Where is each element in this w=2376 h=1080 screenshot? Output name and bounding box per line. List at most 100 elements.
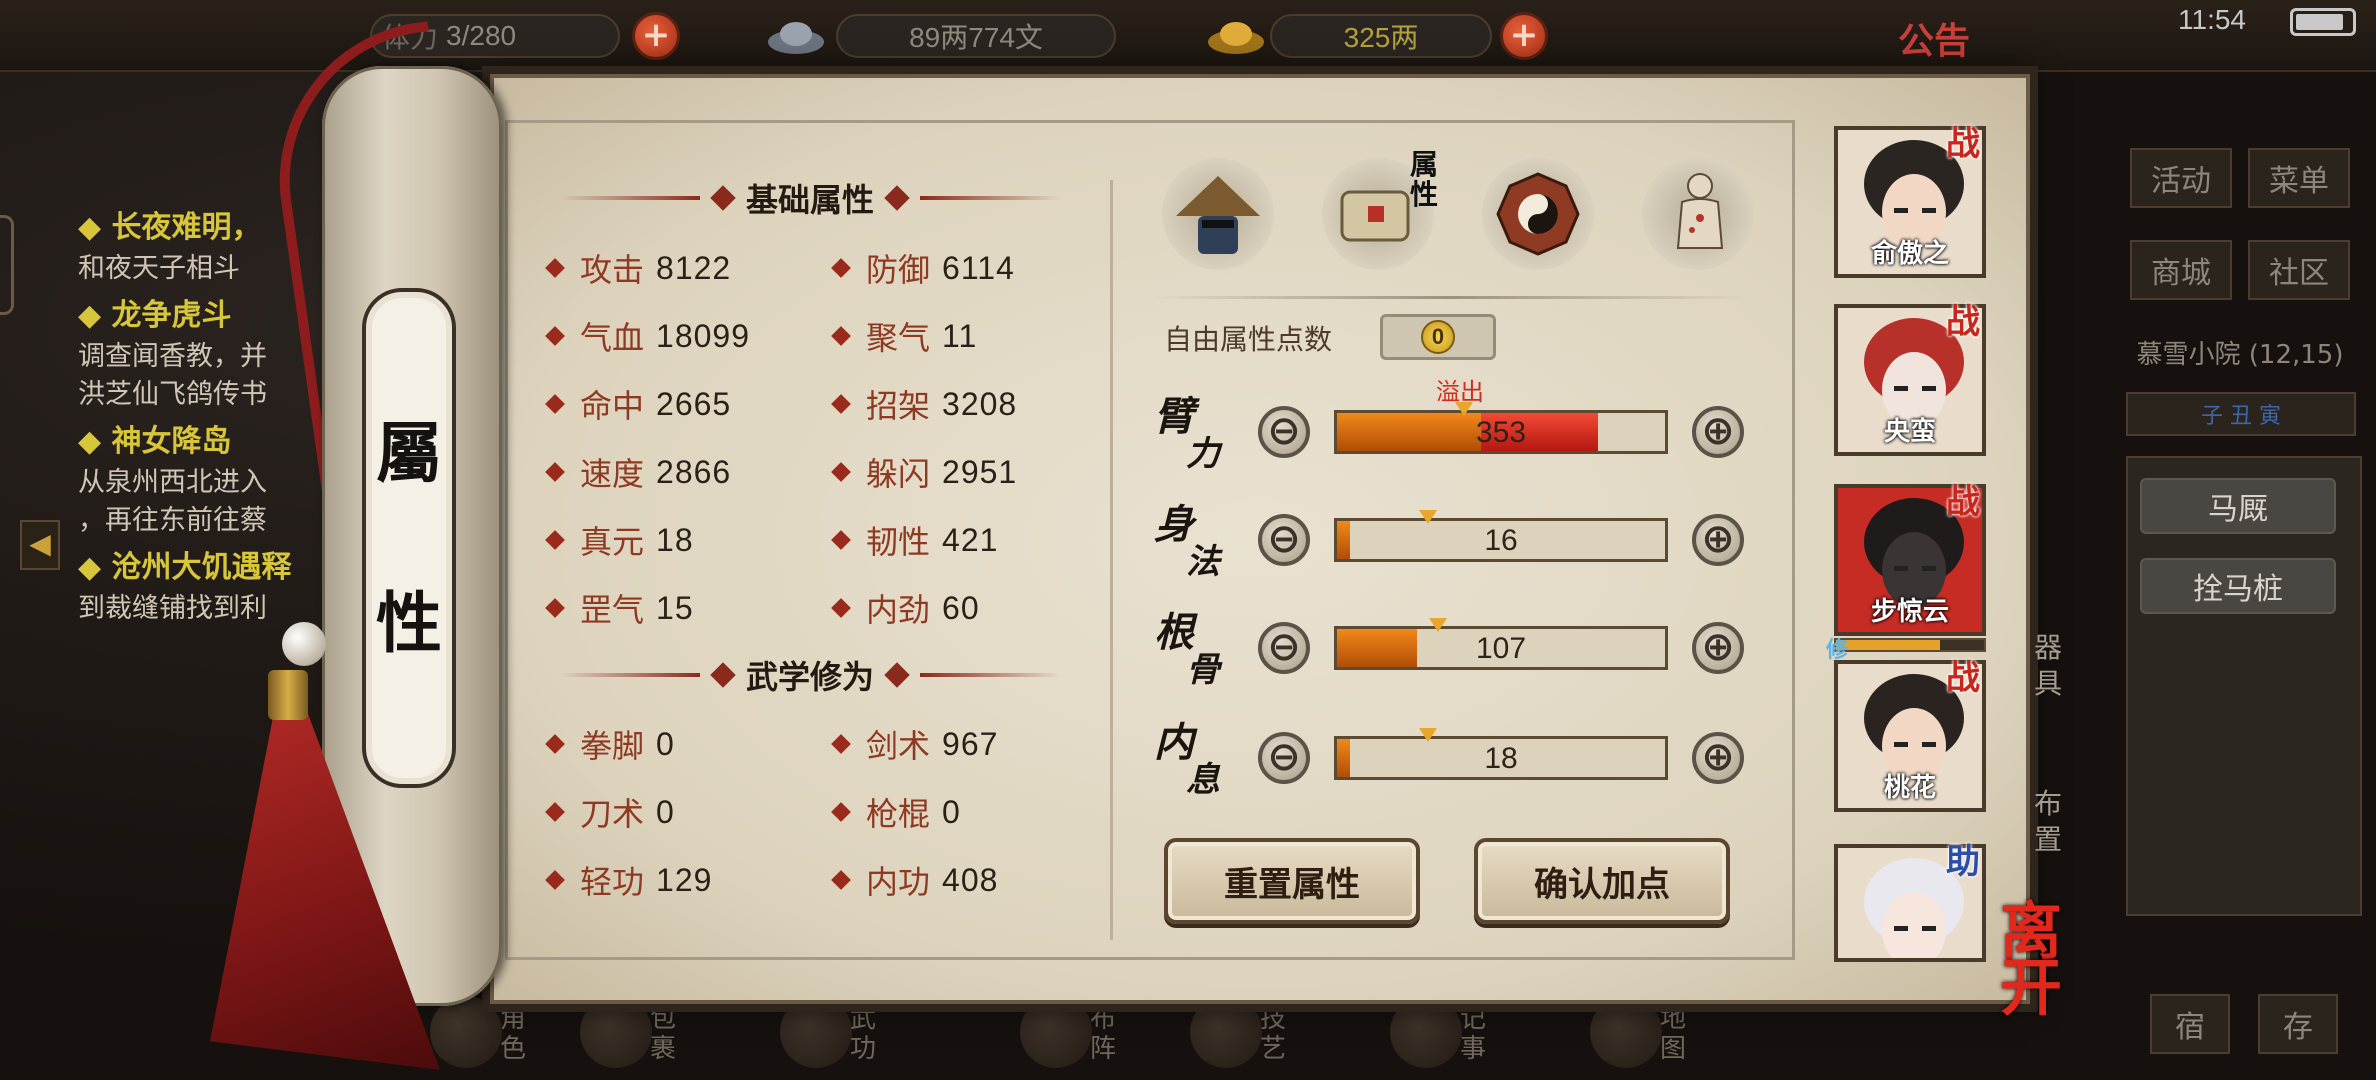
increase-attribute-button[interactable]: ⊕ — [1692, 622, 1744, 674]
stat-value: 3208 — [942, 385, 1018, 422]
party-member-name: 步惊云 — [1870, 597, 1949, 627]
stat-label: 轻功 — [580, 863, 645, 901]
quest-title[interactable]: ◆ 沧州大饥遇释 — [78, 542, 292, 586]
collapse-left-arrow-icon[interactable]: ◀ — [20, 520, 60, 570]
stat-value: 2665 — [656, 385, 732, 422]
increase-attribute-button[interactable]: ⊕ — [1692, 732, 1744, 784]
hitch-post-button[interactable]: 拴马桩 — [2140, 558, 2336, 614]
stat-value: 0 — [656, 793, 675, 830]
attribute-bar: 353 — [1334, 410, 1668, 454]
stat-label: 真元 — [580, 523, 645, 561]
heading-diamond — [884, 662, 910, 688]
decrease-attribute-button[interactable]: ⊖ — [1258, 622, 1310, 674]
cultivation-progress-fill — [1836, 640, 1940, 650]
stat-value: 11 — [942, 317, 978, 354]
decrease-attribute-button[interactable]: ⊖ — [1258, 406, 1310, 458]
dock-map[interactable]: 地图 — [1590, 996, 1720, 1076]
attribute-name-char: 息 — [1186, 760, 1220, 800]
heading-ornament — [920, 196, 1061, 200]
swordsman-hat-icon — [1176, 176, 1260, 254]
party-member-name: 央蛮 — [1883, 417, 1936, 447]
dock-role[interactable]: 角色 — [430, 996, 560, 1076]
time-of-day-bar: 子 丑 寅 — [2126, 392, 2356, 436]
stable-label: 马厩 — [2208, 492, 2268, 527]
tab-appearance[interactable] — [1162, 158, 1274, 270]
increase-attribute-button[interactable]: ⊕ — [1692, 514, 1744, 566]
stat-label: 速度 — [580, 455, 645, 493]
layout-tab[interactable]: 布置 — [2034, 786, 2064, 858]
add-stamina-button[interactable]: + — [632, 12, 680, 60]
basic-stat: 真元 18 — [545, 518, 694, 562]
money-chip: 89两774文 — [836, 14, 1116, 58]
stat-bullet — [545, 258, 565, 278]
increase-attribute-button[interactable]: ⊕ — [1692, 406, 1744, 458]
dock-journal[interactable]: 记事 — [1390, 996, 1520, 1076]
martial-heading: 武学修为 — [560, 655, 1061, 696]
quest-title[interactable]: ◆ 神女降岛 — [78, 416, 232, 460]
attribute-bar: 107 — [1334, 626, 1668, 670]
basic-stat: 罡气 15 — [545, 586, 694, 630]
battle-badge: 战 — [1946, 302, 1980, 342]
stat-label: 攻击 — [580, 251, 645, 289]
notice-button[interactable]: 公告 — [1898, 12, 1970, 64]
heading-diamond — [710, 185, 736, 211]
support-badge: 助 — [1946, 842, 1980, 882]
leave-button[interactable]: 离开 — [2000, 901, 2120, 1019]
menu-button[interactable]: 菜单 — [2248, 148, 2350, 208]
stat-value: 2866 — [656, 453, 732, 490]
decrease-attribute-button[interactable]: ⊖ — [1258, 514, 1310, 566]
martial-stat: 内功 408 — [831, 858, 998, 902]
gold-chip: 325两 — [1270, 14, 1492, 58]
battle-badge: 战 — [1946, 658, 1980, 698]
activity-button[interactable]: 活动 — [2130, 148, 2232, 208]
quest-title[interactable]: ◆ 龙争虎斗 — [78, 290, 232, 334]
equipment-tab[interactable]: 器具 — [2034, 630, 2064, 702]
stable-button[interactable]: 马厩 — [2140, 478, 2336, 534]
clock: 11:54 — [2178, 4, 2246, 35]
meridian-body-icon — [1676, 173, 1724, 249]
stat-bullet — [545, 598, 565, 618]
attribute-bar: 16 — [1334, 518, 1668, 562]
decrease-attribute-button[interactable]: ⊖ — [1258, 732, 1310, 784]
reset-attributes-button[interactable]: 重置属性 — [1164, 838, 1420, 924]
confirm-points-button[interactable]: 确认加点 — [1474, 838, 1730, 924]
attribute-value: 107 — [1475, 632, 1527, 665]
location-label: 慕雪小院 (12,15) — [2136, 339, 2344, 370]
community-button[interactable]: 社区 — [2248, 240, 2350, 300]
stat-label: 聚气 — [866, 319, 931, 357]
free-points-box: 0 — [1380, 314, 1496, 360]
stat-value: 421 — [942, 521, 999, 558]
stat-label: 防御 — [866, 251, 931, 289]
bagua-icon — [1496, 172, 1580, 256]
stat-label: 刀术 — [580, 795, 645, 833]
basic-stat: 气血 18099 — [545, 314, 750, 358]
stat-bullet — [831, 802, 851, 822]
stat-label: 内劲 — [866, 591, 931, 629]
dock-skill[interactable]: 技艺 — [1190, 996, 1320, 1076]
basic-stat: 招架 3208 — [831, 382, 1018, 426]
heading-diamond — [710, 662, 736, 688]
dock-formation[interactable]: 布阵 — [1020, 996, 1150, 1076]
add-gold-button[interactable]: + — [1500, 12, 1548, 60]
dock-martial[interactable]: 武功 — [780, 996, 910, 1076]
attribute-value: 353 — [1475, 416, 1527, 449]
tab-bagua[interactable] — [1482, 158, 1594, 270]
stat-bullet — [831, 462, 851, 482]
formation-icon — [1020, 996, 1092, 1068]
dock-bag[interactable]: 包裹 — [580, 996, 710, 1076]
attribute-value: 18 — [1484, 742, 1518, 775]
martial-heading-text: 武学修为 — [746, 658, 875, 696]
stat-value: 60 — [942, 589, 980, 626]
stat-label: 拳脚 — [580, 727, 645, 765]
gold-value: 325两 — [1343, 22, 1419, 53]
base-value-marker-icon — [1455, 402, 1474, 416]
role-icon — [430, 996, 502, 1068]
tab-meridian[interactable] — [1642, 158, 1754, 270]
stat-bullet — [545, 530, 565, 550]
stat-value: 2951 — [942, 453, 1018, 490]
stat-label: 内功 — [866, 863, 931, 901]
shop-button[interactable]: 商城 — [2130, 240, 2232, 300]
stat-label: 韧性 — [866, 523, 931, 561]
quest-desc: 洪芝仙飞鸽传书 — [78, 379, 267, 410]
quest-title[interactable]: ◆ 长夜难明， — [78, 202, 262, 246]
